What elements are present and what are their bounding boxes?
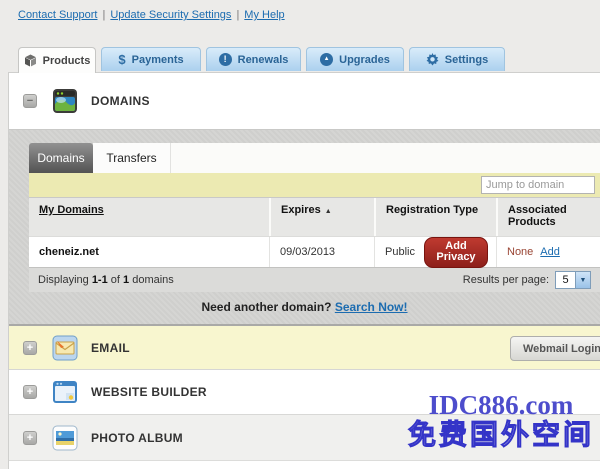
sort-asc-icon: ▲ <box>325 208 332 215</box>
domains-subtabs: Domains Transfers <box>29 130 600 173</box>
tab-payments[interactable]: $ Payments <box>101 47 201 71</box>
photo-album-icon <box>52 425 78 451</box>
photo-album-section-title: PHOTO ALBUM <box>91 431 183 445</box>
results-per-page: Results per page: 5 ▼ <box>463 271 591 289</box>
website-builder-section-title: WEBSITE BUILDER <box>91 385 207 399</box>
collapse-icon[interactable]: − <box>23 94 37 108</box>
my-help-link[interactable]: My Help <box>244 9 284 21</box>
pagination-bar: Displaying 1-1 of 1 domains Results per … <box>29 267 600 292</box>
domain-filter-bar <box>29 173 600 197</box>
add-product-link[interactable]: Add <box>540 246 560 258</box>
tab-label: Settings <box>445 54 488 66</box>
tab-label: Upgrades <box>339 54 390 66</box>
domains-icon <box>52 88 78 114</box>
website-builder-icon <box>52 379 78 405</box>
tab-upgrades[interactable]: ▲ Upgrades <box>306 47 404 71</box>
registration-type-cell: Public Add Privacy <box>374 237 496 267</box>
column-my-domains[interactable]: My Domains <box>29 198 269 236</box>
range-value: 1-1 <box>92 274 108 286</box>
top-links-bar: Contact Support | Update Security Settings… <box>18 9 285 21</box>
add-privacy-button[interactable]: Add Privacy <box>424 237 488 268</box>
expires-cell: 09/03/2013 <box>269 237 374 267</box>
email-icon <box>52 335 78 361</box>
domains-table-header: My Domains Expires▲ Registration Type As… <box>29 198 600 236</box>
results-per-page-select[interactable]: 5 ▼ <box>555 271 591 289</box>
column-registration-type: Registration Type <box>374 198 496 236</box>
expand-icon[interactable]: + <box>23 385 37 399</box>
webmail-login-button[interactable]: Webmail Login <box>510 336 600 361</box>
jump-to-domain-input[interactable] <box>481 176 595 194</box>
domain-name: cheneiz.net <box>39 246 99 258</box>
table-row: cheneiz.net 09/03/2013 Public Add Privac… <box>29 236 600 267</box>
column-associated-products: Associated Products <box>496 198 600 236</box>
search-now-link[interactable]: Search Now! <box>335 300 408 314</box>
website-builder-section-header[interactable]: + WEBSITE BUILDER <box>9 370 600 415</box>
main-tabbar: Products $ Payments ! Renewals ▲ Upgrade… <box>18 47 505 72</box>
gear-icon <box>426 53 439 66</box>
domain-cell: cheneiz.net <box>29 246 269 258</box>
expand-icon[interactable]: + <box>23 341 37 355</box>
tab-label: Renewals <box>238 54 289 66</box>
domains-section-title: DOMAINS <box>91 94 150 108</box>
update-security-settings-link[interactable]: Update Security Settings <box>110 9 231 21</box>
results-per-page-label: Results per page: <box>463 274 549 286</box>
registration-type-value: Public <box>385 246 415 258</box>
dollar-icon: $ <box>118 53 125 66</box>
subtab-filler <box>171 143 600 173</box>
link-separator: | <box>103 9 106 21</box>
expand-icon[interactable]: + <box>23 431 37 445</box>
domains-section-body: Domains Transfers My Domains Expires▲ Re… <box>9 130 600 326</box>
total-value: 1 <box>123 274 129 286</box>
domains-table: My Domains Expires▲ Registration Type As… <box>29 197 600 267</box>
tab-label: Products <box>43 55 91 67</box>
exclamation-circle-icon: ! <box>219 53 232 66</box>
domains-section-header[interactable]: − DOMAINS <box>9 73 600 130</box>
link-separator: | <box>236 9 239 21</box>
tab-label: Payments <box>132 54 184 66</box>
contact-support-link[interactable]: Contact Support <box>18 9 98 21</box>
displaying-text: Displaying 1-1 of 1 domains <box>38 274 174 286</box>
subtab-domains[interactable]: Domains <box>29 143 93 173</box>
cube-icon <box>24 54 37 67</box>
photo-album-section-header[interactable]: + PHOTO ALBUM <box>9 415 600 461</box>
up-arrow-circle-icon: ▲ <box>320 53 333 66</box>
tab-renewals[interactable]: ! Renewals <box>206 47 301 71</box>
associated-products-cell: None Add <box>496 237 600 267</box>
main-panel: − DOMAINS Domains Transfers My Domains <box>8 72 600 469</box>
domain-search-prompt: Need another domain? Search Now! <box>9 300 600 314</box>
subtab-transfers[interactable]: Transfers <box>93 143 171 173</box>
selected-value: 5 <box>556 274 575 286</box>
tab-settings[interactable]: Settings <box>409 47 505 71</box>
email-section-title: EMAIL <box>91 341 130 355</box>
chevron-down-icon: ▼ <box>575 272 590 288</box>
email-section-header[interactable]: + EMAIL Webmail Login <box>9 326 600 370</box>
column-expires[interactable]: Expires▲ <box>269 198 374 236</box>
associated-products-value: None <box>507 246 533 258</box>
tab-products[interactable]: Products <box>18 47 96 73</box>
